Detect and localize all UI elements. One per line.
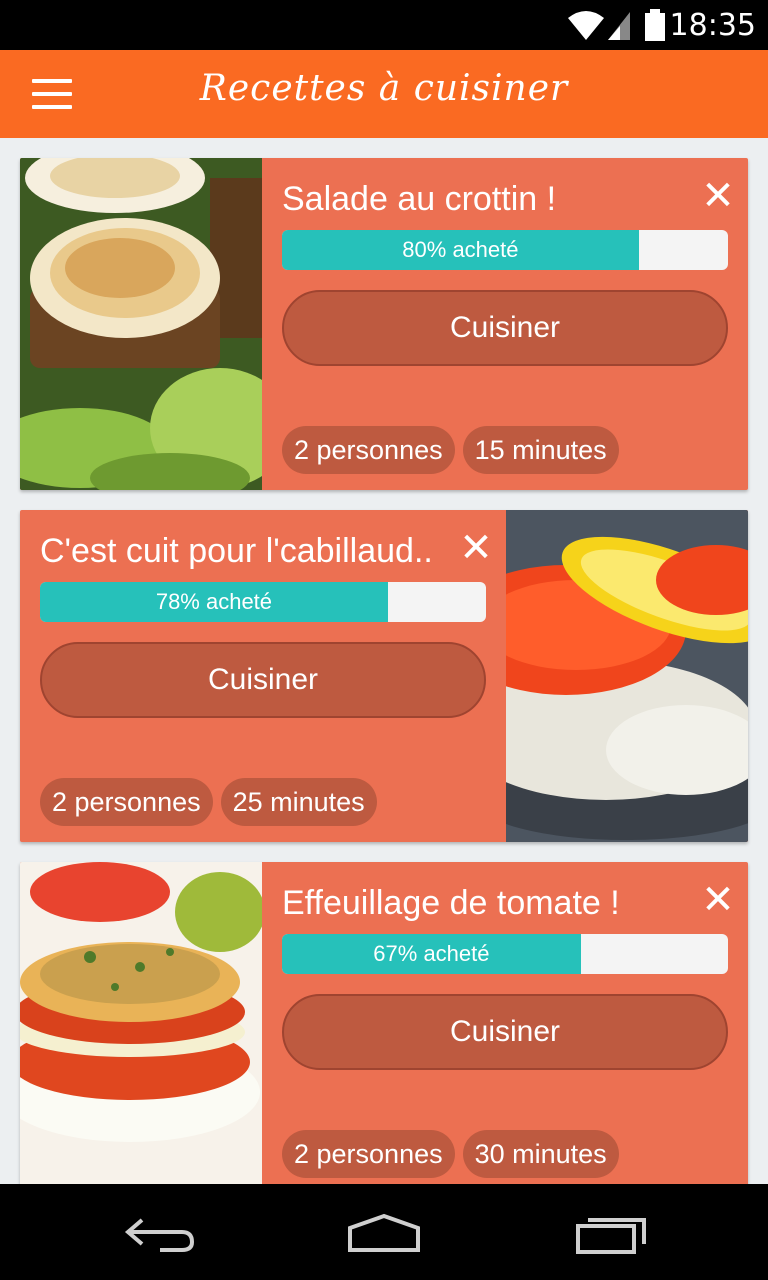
close-icon[interactable]: ✕ — [700, 176, 736, 216]
recipe-name: C'est cuit pour l'cabillaud.. — [40, 532, 433, 570]
duration-chip: 15 minutes — [462, 426, 619, 474]
progress-label: 67% acheté — [373, 941, 490, 966]
progress-label: 80% acheté — [402, 237, 519, 262]
recipe-card[interactable]: Salade au crottin ! ✕ 80% acheté Cuisine… — [20, 158, 748, 490]
home-icon[interactable] — [344, 1212, 424, 1256]
close-icon[interactable]: ✕ — [700, 880, 736, 920]
recipe-photo-cod-papillote — [506, 510, 748, 842]
progress-label: 78% acheté — [155, 589, 273, 614]
close-icon[interactable]: ✕ — [458, 528, 494, 568]
battery-icon — [645, 9, 665, 41]
recipe-name: Effeuillage de tomate ! — [282, 884, 620, 922]
cook-button[interactable]: Cuisiner — [40, 642, 486, 718]
duration-chip: 25 minutes — [220, 778, 377, 826]
servings-chip: 2 personnes — [282, 426, 455, 474]
recipe-photo-tomato-mille-feuille — [20, 862, 262, 1184]
recipe-list[interactable]: Salade au crottin ! ✕ 80% acheté Cuisine… — [0, 138, 768, 1184]
recipe-card[interactable]: Effeuillage de tomate ! ✕ 67% acheté Cui… — [20, 862, 748, 1184]
back-icon[interactable] — [120, 1212, 200, 1256]
recipe-info: 2 personnes 30 minutes — [282, 1130, 619, 1178]
wifi-icon — [568, 11, 630, 40]
recipe-content: Salade au crottin ! ✕ 80% acheté Cuisine… — [262, 158, 748, 490]
cook-button[interactable]: Cuisiner — [282, 290, 728, 366]
recents-icon[interactable] — [572, 1212, 652, 1256]
recipe-photo-goat-cheese-salad — [20, 158, 262, 490]
status-time: 18:35 — [669, 8, 756, 43]
duration-chip: 30 minutes — [462, 1130, 619, 1178]
app-title: Recettes à cuisiner — [199, 68, 569, 109]
recipe-info: 2 personnes 15 minutes — [282, 426, 619, 474]
recipe-card[interactable]: C'est cuit pour l'cabillaud.. ✕ 78% ache… — [20, 510, 748, 842]
recipe-info: 2 personnes 25 minutes — [40, 778, 377, 826]
recipe-content: Effeuillage de tomate ! ✕ 67% acheté Cui… — [262, 862, 748, 1184]
app-bar: Recettes à cuisiner — [0, 50, 768, 138]
recipe-name: Salade au crottin ! — [282, 180, 557, 218]
cook-button[interactable]: Cuisiner — [282, 994, 728, 1070]
purchase-progress-bar: 67% acheté — [282, 934, 728, 974]
purchase-progress-bar: 80% acheté — [282, 230, 728, 270]
recipe-content: C'est cuit pour l'cabillaud.. ✕ 78% ache… — [20, 510, 506, 842]
servings-chip: 2 personnes — [40, 778, 213, 826]
purchase-progress-bar: 78% acheté — [40, 582, 486, 622]
navigation-bar — [0, 1184, 768, 1280]
servings-chip: 2 personnes — [282, 1130, 455, 1178]
status-bar: 18:35 — [0, 0, 768, 50]
